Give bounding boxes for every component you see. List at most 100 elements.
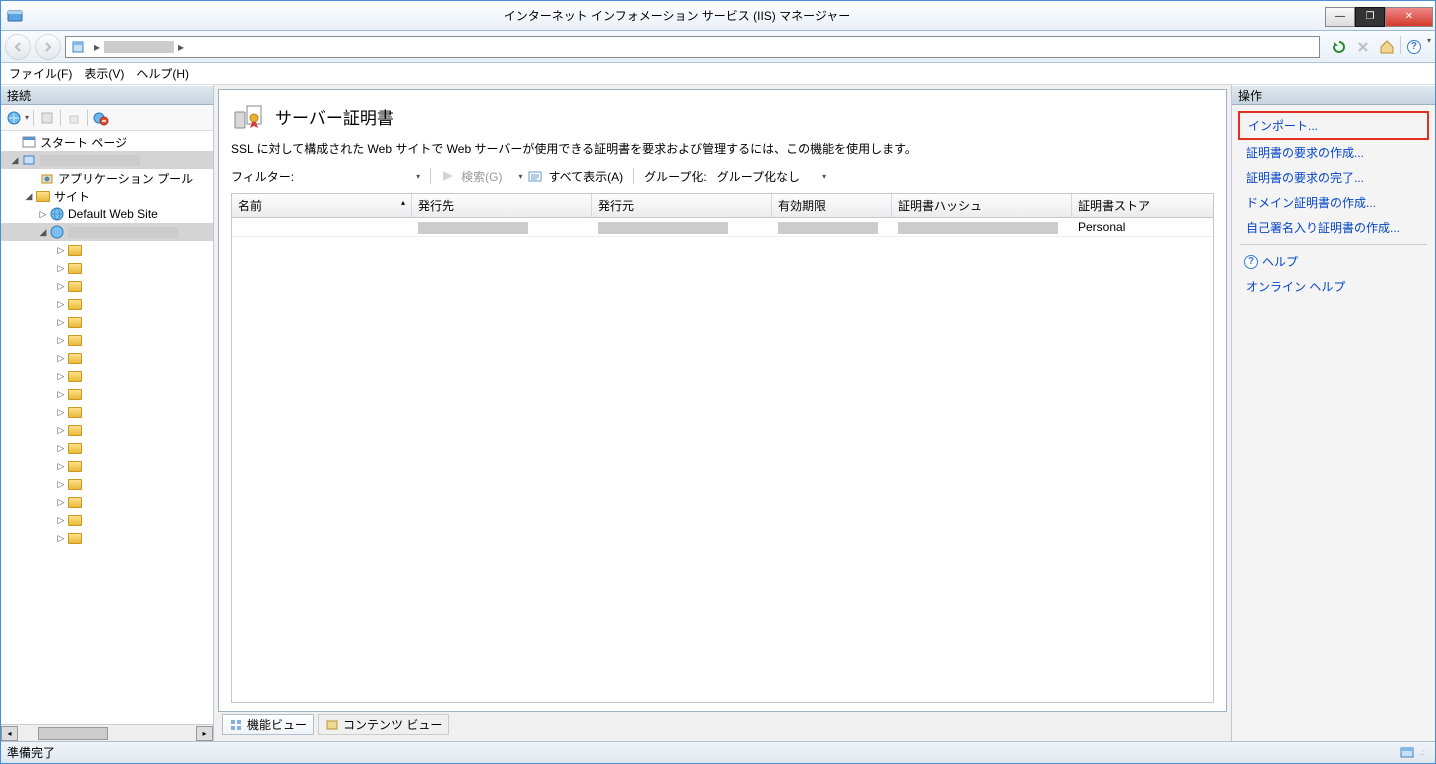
tree-folder-item[interactable]: ▷ [1, 511, 213, 529]
tree-folder-item[interactable]: ▷ [1, 439, 213, 457]
save-icon[interactable] [38, 109, 56, 127]
up-icon[interactable] [65, 109, 83, 127]
address-bar[interactable]: ▸ ▸ [65, 36, 1320, 58]
tree-folder-item[interactable]: ▷ [1, 421, 213, 439]
menu-help[interactable]: ヘルプ(H) [136, 65, 189, 82]
close-button[interactable]: ✕ [1385, 7, 1433, 27]
expand-icon[interactable]: ▷ [55, 389, 67, 400]
col-name[interactable]: 名前▴ [232, 194, 412, 217]
expand-icon[interactable]: ▷ [55, 335, 67, 346]
tree-folder-item[interactable]: ▷ [1, 493, 213, 511]
tree-horizontal-scrollbar[interactable]: ◂ ▸ [1, 724, 213, 741]
expand-icon[interactable]: ▷ [55, 533, 67, 544]
minimize-button[interactable]: — [1325, 7, 1355, 27]
expand-icon[interactable]: ▷ [55, 479, 67, 490]
action-create-self-signed[interactable]: 自己署名入り証明書の作成... [1238, 215, 1429, 240]
action-create-domain-cert[interactable]: ドメイン証明書の作成... [1238, 190, 1429, 215]
maximize-button[interactable]: ❐ [1355, 7, 1385, 27]
search-label[interactable]: 検索(G) [461, 168, 502, 185]
stop-icon[interactable] [1352, 36, 1374, 58]
tree-site-node[interactable]: ◢ [1, 223, 213, 241]
action-help[interactable]: ? ヘルプ [1238, 249, 1429, 274]
menu-file[interactable]: ファイル(F) [9, 65, 72, 82]
folder-icon [67, 332, 83, 348]
tree-server-node[interactable]: ◢ [1, 151, 213, 169]
expand-icon[interactable]: ▷ [55, 407, 67, 418]
tree-app-pools[interactable]: アプリケーション プール [1, 169, 213, 187]
action-create-request[interactable]: 証明書の要求の作成... [1238, 140, 1429, 165]
tree-folder-item[interactable]: ▷ [1, 259, 213, 277]
tree-folder-item[interactable]: ▷ [1, 295, 213, 313]
tree-folder-item[interactable]: ▷ [1, 457, 213, 475]
col-expiration[interactable]: 有効期限 [772, 194, 892, 217]
action-complete-request[interactable]: 証明書の要求の完了... [1238, 165, 1429, 190]
action-online-help[interactable]: オンライン ヘルプ [1238, 274, 1429, 299]
scroll-thumb[interactable] [38, 727, 108, 740]
connect-icon[interactable] [5, 109, 23, 127]
filter-dropdown-icon[interactable]: ▾ [416, 172, 420, 181]
action-import[interactable]: インポート... [1238, 111, 1429, 140]
col-issued-by[interactable]: 発行元 [592, 194, 772, 217]
tree-sites[interactable]: ◢ サイト [1, 187, 213, 205]
tree-folder-item[interactable]: ▷ [1, 241, 213, 259]
forward-button[interactable] [35, 34, 61, 60]
tree-folder-item[interactable]: ▷ [1, 367, 213, 385]
expand-icon[interactable]: ▷ [55, 461, 67, 472]
tree-default-site[interactable]: ▷ Default Web Site [1, 205, 213, 223]
col-issued-to[interactable]: 発行先 [412, 194, 592, 217]
col-store[interactable]: 証明書ストア [1072, 194, 1213, 217]
scroll-left-icon[interactable]: ◂ [1, 726, 18, 741]
breadcrumb-server-name[interactable] [104, 41, 174, 53]
expand-icon[interactable]: ▷ [55, 245, 67, 256]
tree-folder-item[interactable]: ▷ [1, 385, 213, 403]
tab-content-view[interactable]: コンテンツ ビュー [318, 714, 449, 735]
menu-view[interactable]: 表示(V) [84, 65, 124, 82]
back-button[interactable] [5, 34, 31, 60]
tree-folder-item[interactable]: ▷ [1, 529, 213, 547]
expand-icon[interactable]: ▷ [55, 443, 67, 454]
certificates-grid[interactable]: 名前▴ 発行先 発行元 有効期限 証明書ハッシュ 証明書ストア Personal [231, 193, 1214, 703]
tree-folder-item[interactable]: ▷ [1, 349, 213, 367]
tree-folder-item[interactable]: ▷ [1, 313, 213, 331]
group-value[interactable]: グループ化なし [713, 168, 816, 185]
breadcrumb-separator-icon: ▸ [94, 40, 100, 54]
remove-connection-icon[interactable] [92, 109, 110, 127]
collapse-icon[interactable]: ◢ [9, 155, 21, 166]
status-config-icon[interactable] [1399, 745, 1417, 761]
tab-features-view[interactable]: 機能ビュー [222, 714, 314, 735]
refresh-icon[interactable] [1328, 36, 1350, 58]
expand-icon[interactable]: ▷ [55, 497, 67, 508]
search-dropdown-icon[interactable]: ▾ [518, 172, 522, 181]
expand-icon[interactable]: ▷ [55, 515, 67, 526]
folder-icon [67, 422, 83, 438]
search-icon[interactable] [441, 169, 455, 183]
filter-input[interactable] [300, 167, 410, 185]
scroll-right-icon[interactable]: ▸ [196, 726, 213, 741]
expand-icon[interactable]: ▷ [55, 425, 67, 436]
group-dropdown-icon[interactable]: ▾ [822, 172, 826, 181]
scroll-track[interactable] [18, 726, 196, 741]
expand-icon[interactable]: ▷ [37, 209, 49, 220]
collapse-icon[interactable]: ◢ [37, 227, 49, 238]
expand-icon[interactable]: ▷ [55, 353, 67, 364]
expand-icon[interactable]: ▷ [55, 263, 67, 274]
tree-folder-item[interactable]: ▷ [1, 403, 213, 421]
show-all-icon[interactable] [528, 169, 542, 183]
expand-icon[interactable]: ▷ [55, 281, 67, 292]
help-icon[interactable]: ? [1403, 36, 1425, 58]
folder-icon [67, 386, 83, 402]
server-icon [21, 152, 37, 168]
connections-tree[interactable]: スタート ページ ◢ アプリケーション プール ◢ サイト [1, 131, 213, 724]
expand-icon[interactable]: ▷ [55, 317, 67, 328]
home-icon[interactable] [1376, 36, 1398, 58]
expand-icon[interactable]: ▷ [55, 371, 67, 382]
grid-data-row[interactable]: Personal [232, 218, 1213, 237]
tree-folder-item[interactable]: ▷ [1, 331, 213, 349]
tree-folder-item[interactable]: ▷ [1, 277, 213, 295]
tree-start-page[interactable]: スタート ページ [1, 133, 213, 151]
expand-icon[interactable]: ▷ [55, 299, 67, 310]
tree-folder-item[interactable]: ▷ [1, 475, 213, 493]
col-hash[interactable]: 証明書ハッシュ [892, 194, 1072, 217]
show-all-label[interactable]: すべて表示(A) [548, 168, 623, 185]
collapse-icon[interactable]: ◢ [23, 191, 35, 202]
